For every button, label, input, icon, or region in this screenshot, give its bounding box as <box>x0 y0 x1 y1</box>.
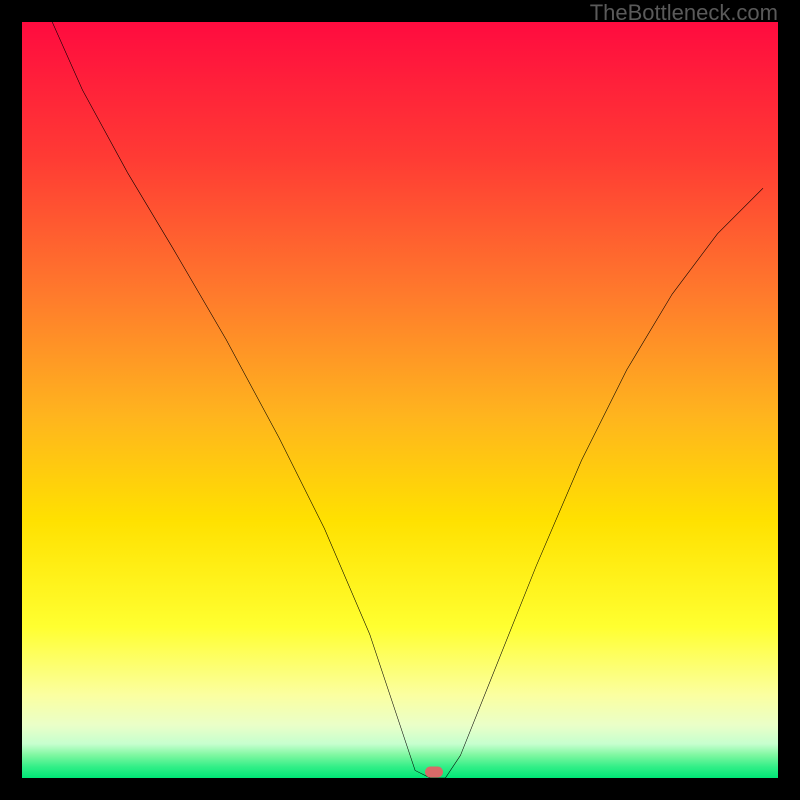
chart-frame: TheBottleneck.com <box>0 0 800 800</box>
bottleneck-curve <box>22 22 778 778</box>
curve-path <box>52 22 763 778</box>
watermark-text: TheBottleneck.com <box>590 0 778 26</box>
optimum-marker <box>425 766 443 777</box>
plot-area <box>22 22 778 778</box>
